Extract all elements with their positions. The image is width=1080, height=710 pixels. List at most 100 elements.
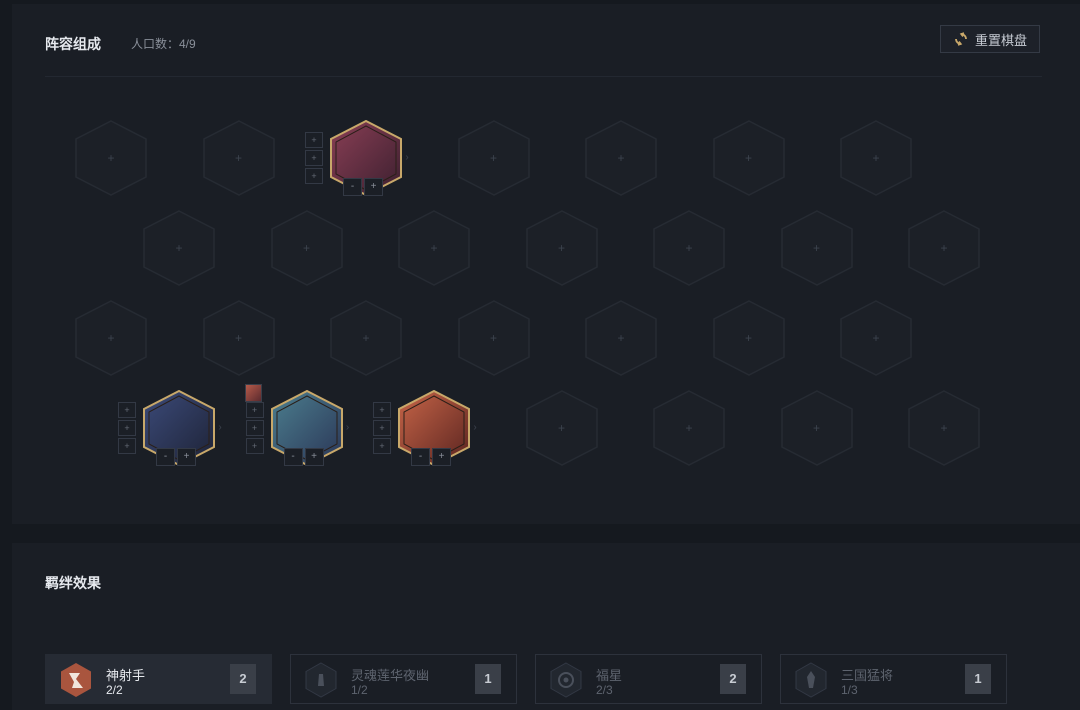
population-count: 人口数：4/9 <box>131 37 196 51</box>
star-up-button[interactable]: + <box>304 448 324 466</box>
star-level-controls: - + <box>343 178 383 196</box>
board-slot[interactable]: + <box>839 120 913 196</box>
chevron-right-icon: › <box>218 422 222 433</box>
plus-icon: + <box>430 241 438 255</box>
plus-icon: + <box>107 331 115 345</box>
plus-icon: + <box>617 151 625 165</box>
plus-icon: + <box>302 241 310 255</box>
board-slot[interactable]: + <box>74 120 148 196</box>
star-up-button[interactable]: + <box>177 448 196 466</box>
board-slot[interactable]: + <box>712 300 786 376</box>
trait-badge: 2 <box>230 664 256 694</box>
board-slot[interactable]: + <box>457 120 531 196</box>
star-down-button[interactable]: - <box>156 448 175 466</box>
board-slot[interactable]: + <box>780 390 854 466</box>
spirit-blossom-icon <box>303 662 339 698</box>
refresh-icon <box>953 31 969 47</box>
plus-icon: + <box>234 151 242 165</box>
item-slot[interactable]: + <box>245 402 264 418</box>
item-slots: + + + <box>118 402 136 456</box>
plus-icon: + <box>234 331 242 345</box>
star-up-button[interactable]: + <box>364 178 383 196</box>
marksman-icon <box>58 662 94 698</box>
trait-card-fortune[interactable]: 福星 2/3 2 <box>535 654 762 704</box>
trait-name: 三国猛将 <box>841 668 894 683</box>
item-slots: + + + <box>245 402 264 456</box>
star-up-button[interactable]: + <box>432 448 451 466</box>
item-slot[interactable]: + <box>245 420 264 436</box>
reset-board-button[interactable]: 重置棋盘 <box>940 25 1040 53</box>
plus-icon: + <box>362 331 370 345</box>
board-slot[interactable]: + <box>907 390 981 466</box>
trait-card-spirit-blossom[interactable]: 灵魂莲华夜幽 1/2 1 <box>290 654 517 704</box>
star-level-controls: - + <box>411 448 451 466</box>
board-slot[interactable]: + <box>584 120 658 196</box>
board-slot[interactable]: + <box>652 390 726 466</box>
item-slot[interactable]: + <box>245 438 264 454</box>
board-slot[interactable]: + <box>202 300 276 376</box>
item-slot[interactable]: + <box>118 438 136 454</box>
plus-icon: + <box>617 331 625 345</box>
star-down-button[interactable]: - <box>343 178 362 196</box>
panel-title: 阵容组成 <box>45 36 101 52</box>
board-slot[interactable]: + <box>329 300 403 376</box>
reset-button-label: 重置棋盘 <box>974 32 1027 48</box>
star-down-button[interactable]: - <box>283 448 303 466</box>
item-slots: + + + <box>373 402 391 456</box>
trait-count: 1/3 <box>841 683 858 697</box>
board-slot[interactable]: + <box>525 390 599 466</box>
plus-icon: + <box>940 241 948 255</box>
board-slot[interactable]: + <box>202 120 276 196</box>
board-slot[interactable]: + <box>584 300 658 376</box>
item-slot[interactable]: + <box>118 402 136 418</box>
plus-icon: + <box>107 151 115 165</box>
item-slot[interactable]: + <box>373 420 391 436</box>
board-slot[interactable]: + <box>397 210 471 286</box>
board-slot[interactable]: + <box>712 120 786 196</box>
board-slot[interactable]: + <box>74 300 148 376</box>
trait-name: 神射手 <box>106 668 146 683</box>
board-slot[interactable]: + <box>525 210 599 286</box>
item-slot[interactable]: + <box>118 420 136 436</box>
chevron-right-icon: › <box>345 422 350 433</box>
star-level-controls: - + <box>283 448 324 466</box>
board-slot[interactable]: + <box>270 210 344 286</box>
plus-icon: + <box>175 241 183 255</box>
plus-icon: + <box>744 151 752 165</box>
item-slots: + + + <box>305 132 323 186</box>
item-slot[interactable]: + <box>305 168 323 184</box>
star-down-button[interactable]: - <box>411 448 430 466</box>
plus-icon: + <box>557 241 565 255</box>
trait-name: 灵魂莲华夜幽 <box>351 668 430 683</box>
item-slot[interactable]: + <box>305 150 323 166</box>
equipped-item-icon[interactable] <box>244 384 262 402</box>
chevron-right-icon: › <box>405 152 409 163</box>
plus-icon: + <box>872 151 880 165</box>
trait-card-marksman[interactable]: 神射手 2/2 2 <box>45 654 272 704</box>
board-slot[interactable]: + <box>457 300 531 376</box>
trait-card-warlord[interactable]: 三国猛将 1/3 1 <box>780 654 1007 704</box>
trait-count: 2/2 <box>106 683 123 697</box>
chevron-right-icon: › <box>473 422 477 433</box>
board-slot[interactable]: + <box>907 210 981 286</box>
divider <box>45 76 1042 77</box>
item-slot[interactable]: + <box>373 438 391 454</box>
plus-icon: + <box>812 241 820 255</box>
item-slot[interactable]: + <box>305 132 323 148</box>
trait-count: 1/2 <box>351 683 368 697</box>
plus-icon: + <box>940 421 948 435</box>
item-slot[interactable]: + <box>373 402 391 418</box>
plus-icon: + <box>744 331 752 345</box>
trait-badge: 1 <box>475 664 501 694</box>
plus-icon: + <box>685 241 693 255</box>
board-slot[interactable]: + <box>142 210 216 286</box>
star-level-controls: - + <box>156 448 196 466</box>
trait-name: 福星 <box>596 668 623 683</box>
board-slot[interactable]: + <box>652 210 726 286</box>
trait-badge: 2 <box>720 664 746 694</box>
trait-count: 2/3 <box>596 683 613 697</box>
board-slot[interactable]: + <box>780 210 854 286</box>
trait-badge: 1 <box>965 664 991 694</box>
plus-icon: + <box>685 421 693 435</box>
board-slot[interactable]: + <box>839 300 913 376</box>
